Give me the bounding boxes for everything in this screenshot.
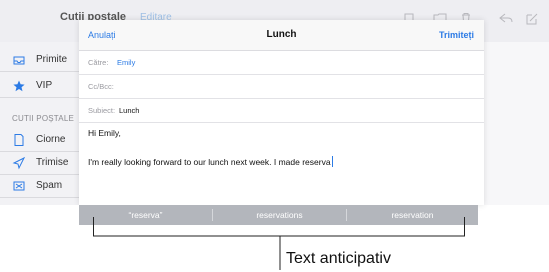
to-recipient[interactable]: Emily [117,58,135,67]
mailboxes-section-header: CUTII POȘTALE [12,114,75,123]
subject-field[interactable]: Subiect: Lunch [79,99,484,123]
sidebar-item-label: Trimise [36,157,69,168]
sent-icon [12,156,26,170]
reply-icon[interactable] [499,12,513,24]
inbox-icon [13,56,25,65]
callout-bracket [93,217,465,237]
compose-title: Lunch [266,29,297,40]
callout-leader-line [279,236,281,270]
body-text-line[interactable]: I'm really looking forward to our lunch … [88,156,333,167]
sidebar-item-label: Spam [36,180,63,191]
subject-value: Lunch [119,106,140,115]
sidebar-item-spam[interactable]: Spam [0,175,80,198]
to-label: Către: [88,58,109,67]
spam-icon [13,181,25,191]
keyboard-left-margin [0,205,79,225]
callout-label: Text anticipativ [286,250,391,267]
body-greeting[interactable]: Hi Emily, [88,128,121,138]
text-cursor [331,156,333,167]
compose-icon[interactable] [525,12,539,26]
sidebar-item-inbox[interactable]: Primite [0,49,80,72]
send-button[interactable]: Trimiteți [439,30,474,40]
message-pane-background [484,42,549,205]
sidebar-item-drafts[interactable]: Ciorne [0,129,80,152]
draft-icon [14,134,24,146]
cc-bcc-label: Cc/Bcc: [88,82,114,91]
compose-sheet: Anulați Lunch Trimiteți Către: Emily Cc/… [79,20,484,205]
sidebar-item-label: VIP [36,80,53,91]
sidebar-item-label: Primite [36,54,68,65]
subject-label: Subiect: [88,106,116,115]
body-text: I'm really looking forward to our lunch … [88,157,331,167]
to-field[interactable]: Către: Emily [79,51,484,75]
star-icon [13,80,25,92]
cc-bcc-field[interactable]: Cc/Bcc: [79,75,484,99]
sidebar-item-label: Ciorne [36,134,66,145]
sidebar-item-sent[interactable]: Trimise [0,152,80,175]
sidebar-item-vip[interactable]: VIP [0,75,80,98]
